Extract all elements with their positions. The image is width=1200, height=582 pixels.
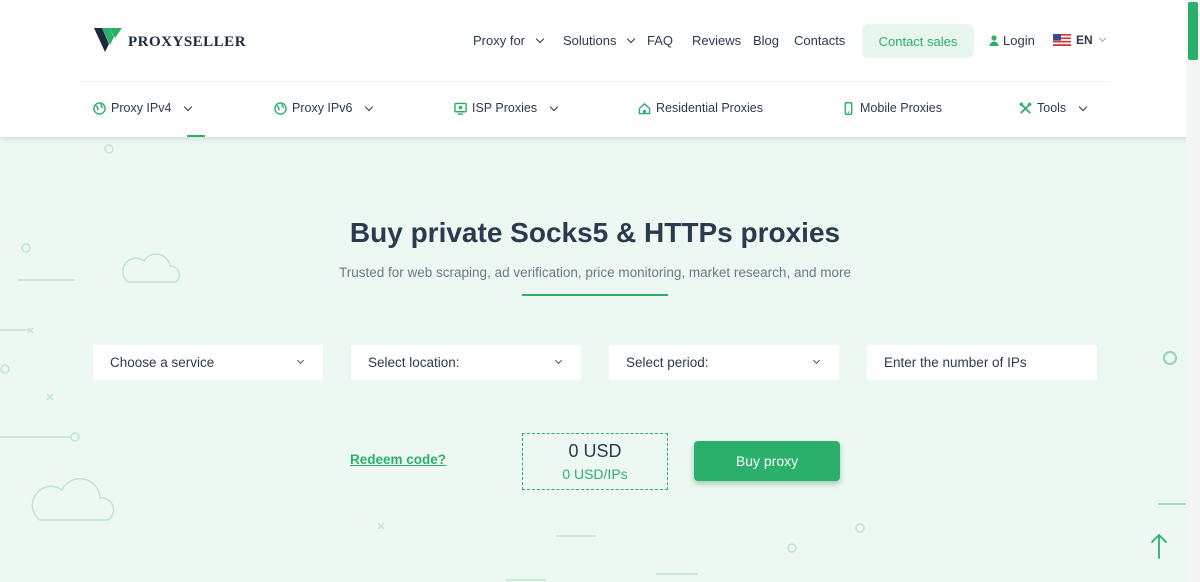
redeem-code-link[interactable]: Redeem code? — [350, 452, 446, 467]
language-selector[interactable]: EN — [1053, 33, 1106, 47]
price-total: 0 USD — [568, 441, 622, 461]
chevron-down-icon — [1078, 102, 1088, 111]
page-subtitle: Trusted for web scraping, ad verificatio… — [339, 265, 851, 280]
top-nav: PROXYSELLER Proxy for Solutions FAQ Revi… — [80, 0, 1110, 82]
nav-label: Proxy for — [473, 33, 526, 48]
cat-label: Residential Proxies — [656, 101, 763, 115]
period-select[interactable]: Select period: — [609, 345, 839, 380]
monitor-icon — [454, 102, 467, 115]
login-link[interactable]: Login — [989, 33, 1035, 48]
cat-isp-proxies[interactable]: ISP Proxies — [454, 101, 559, 115]
cat-tools[interactable]: Tools — [1019, 101, 1088, 115]
chevron-down-icon — [627, 34, 636, 44]
ip-count-input[interactable] — [884, 355, 1084, 370]
language-label: EN — [1076, 33, 1093, 47]
location-select-value: Select location: — [368, 355, 460, 370]
scrollbar[interactable] — [1186, 0, 1200, 582]
service-select-value: Choose a service — [110, 355, 215, 370]
nav-label: Contacts — [794, 33, 846, 48]
period-select-value: Select period: — [626, 355, 709, 370]
cat-label: Mobile Proxies — [860, 101, 942, 115]
price-display: 0 USD 0 USD/IPs — [522, 433, 668, 490]
logo[interactable]: PROXYSELLER — [93, 26, 246, 54]
service-select[interactable]: Choose a service — [93, 345, 323, 380]
nav-reviews[interactable]: Reviews — [692, 33, 741, 48]
nav-faq[interactable]: FAQ — [647, 33, 673, 48]
price-per-ip: 0 USD/IPs — [562, 466, 628, 482]
brand-name: PROXYSELLER — [128, 33, 247, 50]
nav-contacts[interactable]: Contacts — [794, 33, 845, 48]
chevron-down-icon — [535, 34, 545, 44]
chevron-down-icon — [365, 102, 374, 111]
nav-solutions[interactable]: Solutions — [563, 33, 636, 48]
user-icon — [989, 35, 999, 46]
globe-icon — [274, 101, 287, 115]
nav-proxy-for[interactable]: Proxy for — [473, 33, 545, 48]
scrollbar-thumb[interactable] — [1188, 2, 1198, 60]
nav-blog[interactable]: Blog — [753, 33, 779, 48]
cat-label: Proxy IPv4 — [111, 101, 172, 115]
us-flag-icon — [1053, 34, 1071, 46]
chevron-down-icon — [296, 356, 305, 365]
nav-label: Reviews — [692, 33, 742, 48]
chevron-down-icon — [812, 356, 821, 365]
cat-residential-proxies[interactable]: Residential Proxies — [638, 101, 763, 115]
site-header: PROXYSELLER Proxy for Solutions FAQ Revi… — [0, 0, 1200, 137]
page-title: Buy private Socks5 & HTTPs proxies — [349, 217, 841, 248]
chevron-down-icon — [1098, 34, 1106, 43]
category-nav: Proxy IPv4 Proxy IPv6 ISP Proxies Reside… — [80, 83, 1110, 135]
chevron-down-icon — [549, 102, 559, 111]
active-category-indicator — [187, 135, 205, 137]
contact-sales-button[interactable]: Contact sales — [862, 24, 974, 58]
phone-icon — [844, 101, 853, 115]
chevron-down-icon — [184, 102, 193, 111]
cat-label: ISP Proxies — [472, 101, 538, 115]
ip-count-field[interactable] — [867, 345, 1097, 380]
cat-label: Tools — [1037, 101, 1067, 115]
home-icon — [638, 102, 651, 114]
nav-label: FAQ — [647, 33, 674, 48]
cat-label: Proxy IPv6 — [292, 101, 353, 115]
cat-proxy-ipv6[interactable]: Proxy IPv6 — [274, 101, 374, 115]
cat-mobile-proxies[interactable]: Mobile Proxies — [842, 101, 942, 115]
buy-proxy-button[interactable]: Buy proxy — [694, 441, 840, 481]
title-underline — [522, 294, 668, 296]
scroll-to-top-icon[interactable] — [1149, 532, 1169, 560]
chevron-down-icon — [554, 356, 563, 365]
globe-icon — [93, 101, 106, 115]
nav-label: Blog — [753, 33, 780, 48]
nav-label: Solutions — [563, 33, 617, 48]
tools-icon — [1019, 102, 1032, 114]
cat-proxy-ipv4[interactable]: Proxy IPv4 — [93, 101, 193, 115]
location-select[interactable]: Select location: — [351, 345, 581, 380]
logo-icon — [94, 28, 122, 52]
login-label: Login — [1003, 33, 1035, 48]
